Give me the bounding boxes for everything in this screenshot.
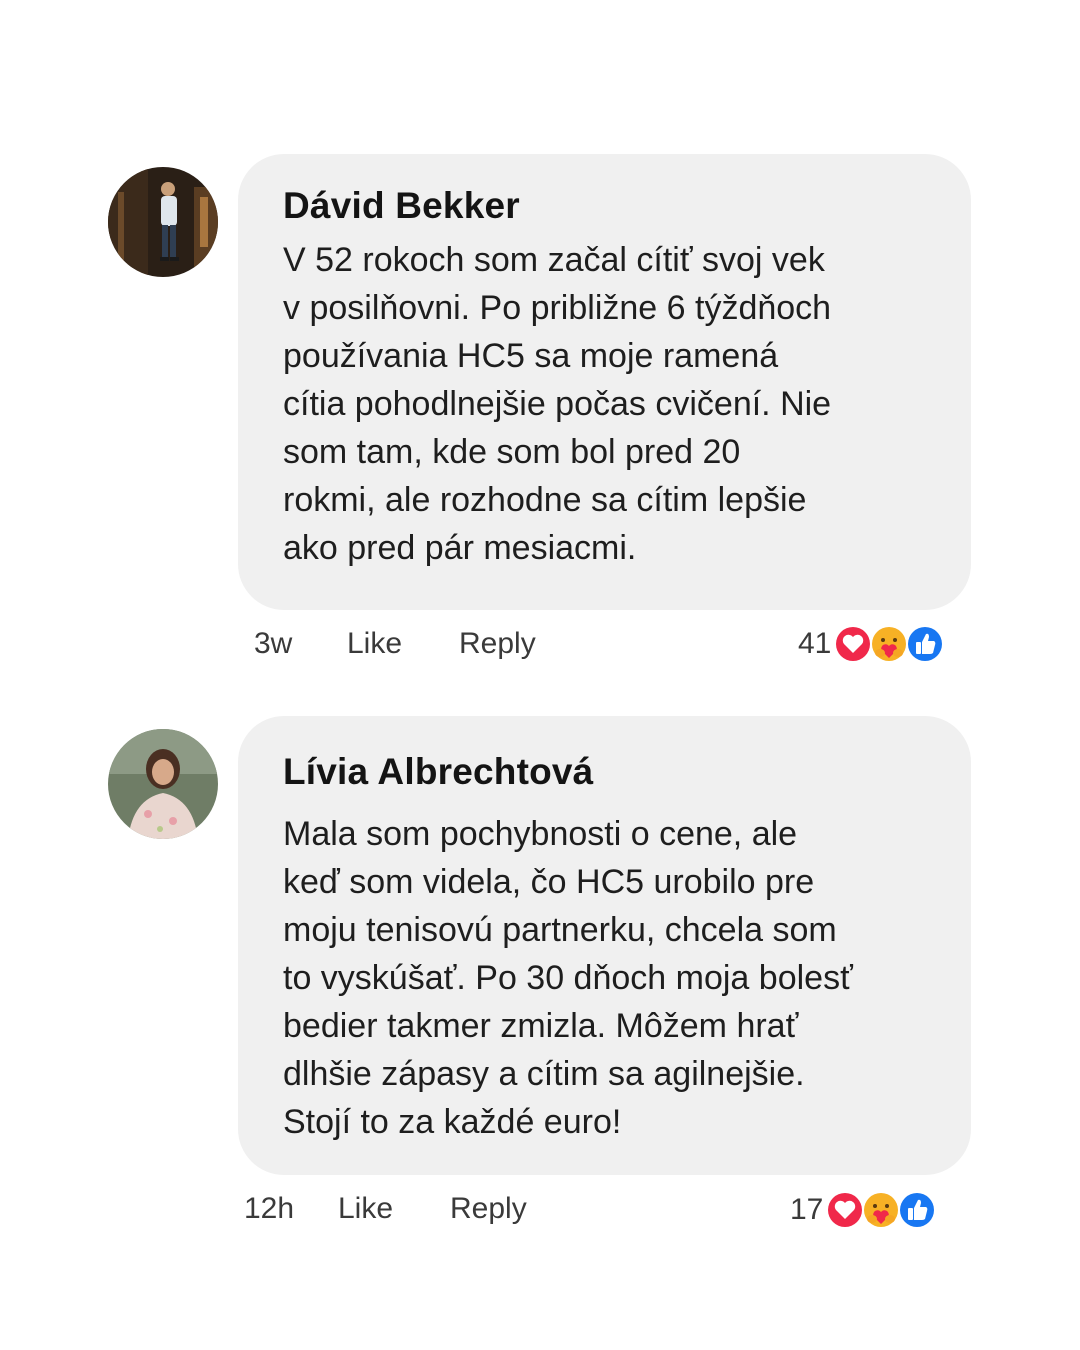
comment-author[interactable]: Lívia Albrechtová bbox=[283, 750, 931, 794]
reaction-count: 41 bbox=[798, 627, 832, 660]
avatar-photo bbox=[108, 729, 218, 839]
comment-text: Mala som pochybnosti o cene, ale keď som… bbox=[283, 815, 853, 1141]
reaction-summary[interactable]: 17 bbox=[790, 1188, 937, 1232]
care-icon bbox=[862, 1191, 901, 1229]
like-button[interactable]: Like bbox=[347, 626, 402, 662]
comment-author[interactable]: Dávid Bekker bbox=[283, 184, 931, 228]
heart-icon bbox=[834, 625, 873, 663]
heart-icon bbox=[826, 1191, 865, 1229]
like-button[interactable]: Like bbox=[338, 1191, 393, 1227]
comment-text: V 52 rokoch som začal cítiť svoj vek v p… bbox=[283, 241, 832, 567]
reaction-count: 17 bbox=[790, 1193, 824, 1226]
comment-time[interactable]: 3w bbox=[254, 626, 292, 662]
reply-button[interactable]: Reply bbox=[459, 626, 536, 662]
avatar[interactable] bbox=[108, 729, 218, 839]
care-icon bbox=[870, 625, 909, 663]
comment-bubble: Lívia Albrechtová Mala som pochybnosti o… bbox=[238, 716, 971, 1175]
avatar-photo bbox=[108, 167, 218, 277]
avatar[interactable] bbox=[108, 167, 218, 277]
comment-bubble: Dávid Bekker V 52 rokoch som začal cítiť… bbox=[238, 154, 971, 610]
reaction-summary[interactable]: 41 bbox=[798, 622, 945, 666]
comment-time[interactable]: 12h bbox=[244, 1191, 294, 1227]
reply-button[interactable]: Reply bbox=[450, 1191, 527, 1227]
thumbs-up-icon bbox=[906, 625, 945, 663]
thumbs-up-icon bbox=[898, 1191, 937, 1229]
